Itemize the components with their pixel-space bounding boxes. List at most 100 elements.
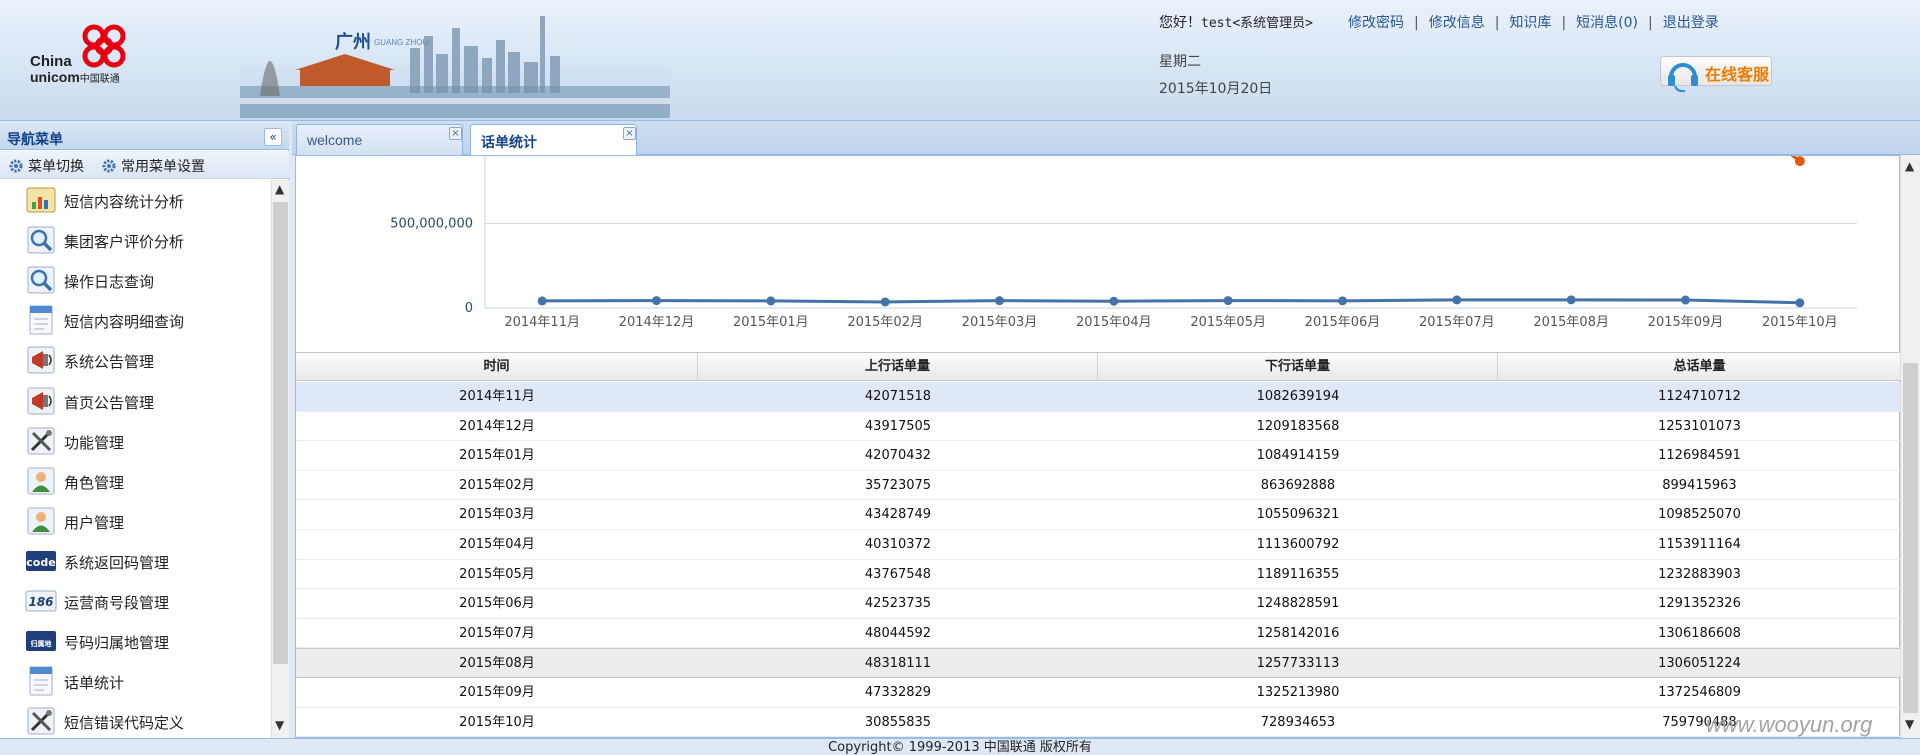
cell-time: 2015年01月 — [459, 448, 535, 464]
scroll-up-icon[interactable]: ▲ — [275, 182, 284, 196]
sidebar-item-label: 话单统计 — [64, 674, 125, 693]
menu-switch-label: 菜单切换 — [28, 159, 84, 175]
call-record-grid: 时间 上行话单量 下行话单量 总话单量 2014年11月 42071518 1082… — [296, 352, 1901, 739]
sidebar-item[interactable]: 短信内容统计分析 — [0, 180, 271, 220]
table-row[interactable]: 2015年07月 48044592 1258142016 1306186608 — [296, 619, 1901, 649]
tab-welcome[interactable]: welcome × — [296, 124, 463, 155]
cell-downlink: 1209183568 — [1256, 418, 1340, 434]
user-icon — [27, 507, 55, 535]
common-menu-settings-button[interactable]: 常用菜单设置 — [101, 156, 205, 176]
sidebar-item[interactable]: 角色管理 — [0, 461, 271, 501]
sidebar-item[interactable]: 系统公告管理 — [0, 340, 271, 380]
cell-downlink: 863692888 — [1260, 477, 1336, 493]
table-row[interactable]: 2015年02月 35723075 863692888 899415963 — [296, 471, 1901, 501]
tab-call-record-stats[interactable]: 话单统计 × — [470, 124, 637, 156]
cell-total: 1372546809 — [1658, 685, 1741, 700]
data-point — [1452, 295, 1462, 305]
scroll-down-icon[interactable]: ▼ — [275, 718, 284, 732]
sidebar-scrollbar[interactable]: ▲ ▼ — [271, 180, 289, 738]
scroll-down-icon[interactable]: ▼ — [1905, 717, 1914, 731]
china-unicom-logo: China unicom中国联通 — [28, 22, 138, 90]
user-name: test — [1201, 16, 1233, 31]
sidebar-item[interactable]: 186 运营商号段管理 — [0, 581, 271, 621]
unicom-knot-icon — [82, 24, 126, 68]
sidebar-item[interactable]: 短信错误代码定义 — [0, 701, 271, 738]
column-header-downlink[interactable]: 下行话单量 — [1098, 353, 1498, 381]
x-tick-label: 2015年04月 — [1076, 315, 1152, 330]
sidebar-item-label: 短信内容明细查询 — [64, 313, 185, 332]
top-links: 修改密码 | 修改信息 | 知识库 | 短消息(0) | 退出登录 — [1348, 12, 1719, 32]
cell-time: 2014年12月 — [459, 418, 535, 434]
column-header-time[interactable]: 时间 — [296, 353, 698, 381]
close-icon[interactable]: × — [449, 127, 462, 140]
table-row[interactable]: 2015年09月 47332829 1325213980 1372546809 — [296, 678, 1901, 708]
footer: Copyright© 1999-2013 中国联通 版权所有 — [0, 738, 1920, 755]
sidebar-item[interactable]: 操作日志查询 — [0, 260, 271, 300]
scroll-thumb[interactable] — [1903, 363, 1918, 713]
table-row[interactable]: 2015年06月 42523735 1248828591 1291352326 — [296, 589, 1901, 619]
weekday-text: 星期二 — [1159, 54, 1201, 70]
sidebar-item[interactable]: 短信内容明细查询 — [0, 300, 271, 340]
cell-downlink: 1257733113 — [1256, 656, 1340, 672]
sidebar-item[interactable]: 首页公告管理 — [0, 381, 271, 421]
sidebar-item[interactable]: 集团客户评价分析 — [0, 220, 271, 260]
menu-list: 短信内容统计分析集团客户评价分析操作日志查询短信内容明细查询 系统公告管理 首页公告… — [0, 180, 271, 738]
x-tick-label: 2015年05月 — [1190, 315, 1266, 330]
date-text: 2015年10月20日 — [1159, 81, 1273, 97]
table-row[interactable]: 2014年12月 43917505 1209183568 1253101073 — [296, 412, 1901, 442]
x-tick-label: 2014年12月 — [619, 315, 695, 330]
cell-downlink: 1084914159 — [1256, 448, 1340, 464]
table-row[interactable]: 2015年10月 30855835 728934653 759790488 — [296, 708, 1901, 738]
x-tick-label: 2015年08月 — [1533, 315, 1609, 330]
column-header-total[interactable]: 总话单量 — [1498, 353, 1901, 381]
edit-info-link[interactable]: 修改信息 — [1429, 15, 1485, 31]
close-icon[interactable]: × — [623, 127, 636, 140]
city-name-en: GUANG ZHOU — [374, 38, 429, 47]
scroll-up-icon[interactable]: ▲ — [1905, 159, 1914, 173]
table-row[interactable]: 2015年01月 42070432 1084914159 1126984591 — [296, 441, 1901, 471]
sidebar-item-label: 短信错误代码定义 — [64, 714, 185, 733]
cell-total: 1253101073 — [1658, 418, 1741, 434]
sidebar-item[interactable]: 功能管理 — [0, 421, 271, 461]
sidebar-item[interactable]: 用户管理 — [0, 501, 271, 541]
change-password-link[interactable]: 修改密码 — [1348, 15, 1404, 31]
online-service-button[interactable]: 在线客服 — [1660, 56, 1772, 93]
column-header-uplink[interactable]: 上行话单量 — [698, 353, 1098, 381]
cell-uplink: 43767548 — [864, 566, 932, 582]
sidebar-item[interactable]: 话单统计 — [0, 661, 271, 701]
sidebar-item[interactable]: code 系统返回码管理 — [0, 541, 271, 581]
gear-icon — [9, 159, 23, 173]
separator: | — [1414, 15, 1419, 31]
user-greeting: 您好！test<系统管理员> — [1159, 12, 1313, 32]
data-point — [537, 296, 547, 306]
table-row[interactable]: 2015年03月 43428749 1055096321 1098525070 — [296, 500, 1901, 530]
online-service-label: 在线客服 — [1705, 65, 1770, 84]
data-point — [1338, 296, 1347, 306]
cell-total: 1291352326 — [1658, 596, 1741, 612]
collapse-sidebar-button[interactable]: « — [264, 128, 282, 146]
cell-downlink: 1258142016 — [1256, 625, 1340, 641]
headset-icon — [1668, 63, 1698, 93]
series-line — [542, 298, 1800, 305]
table-row[interactable]: 2015年05月 43767548 1189116355 1232883903 — [296, 560, 1901, 590]
content-scrollbar[interactable]: ▲ ▼ — [1900, 155, 1920, 738]
table-row[interactable]: 2015年08月 48318111 1257733113 1306051224 — [296, 648, 1901, 678]
greeting-text: 您好！ — [1159, 15, 1201, 31]
scroll-thumb[interactable] — [273, 202, 288, 664]
table-row[interactable]: 2015年04月 40310372 1113600792 1153911164 — [296, 530, 1901, 560]
cell-downlink: 1113600792 — [1256, 537, 1340, 552]
sidebar-item-label: 首页公告管理 — [64, 393, 155, 412]
messages-link[interactable]: 短消息(0) — [1576, 15, 1638, 31]
logout-link[interactable]: 退出登录 — [1663, 15, 1719, 31]
table-row[interactable]: 2014年11月 42071518 1082639194 1124710712 — [296, 382, 1901, 412]
menu-switch-button[interactable]: 菜单切换 — [8, 156, 84, 176]
sidebar-item-label: 运营商号段管理 — [64, 594, 170, 612]
sidebar-item-label: 系统公告管理 — [64, 353, 155, 372]
cell-time: 2015年10月 — [459, 714, 535, 730]
sidebar-item-label: 集团客户评价分析 — [64, 233, 185, 252]
x-tick-label: 2015年02月 — [847, 315, 923, 330]
watermark: www.wooyun.org — [1706, 712, 1873, 737]
sidebar-item[interactable]: 归属地 号码归属地管理 — [0, 621, 271, 661]
separator: | — [1648, 15, 1653, 31]
knowledge-base-link[interactable]: 知识库 — [1509, 15, 1551, 31]
